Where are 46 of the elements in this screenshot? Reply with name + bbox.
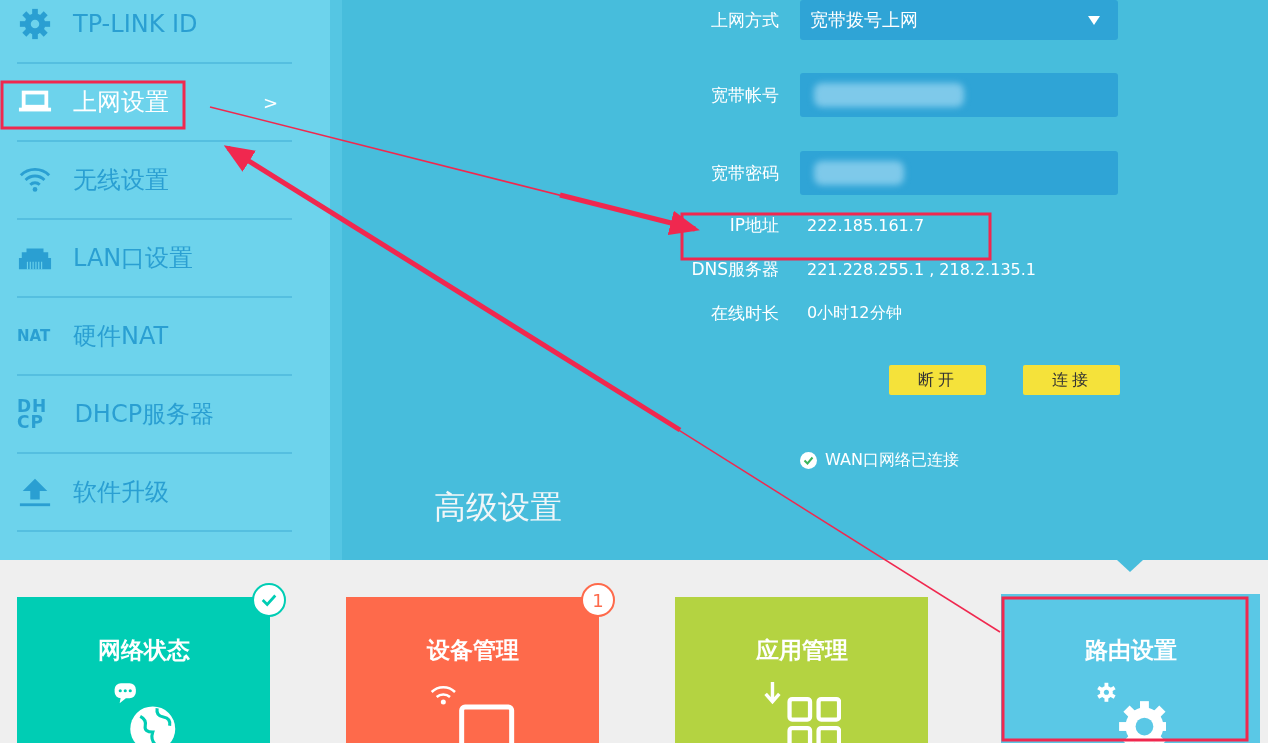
download-grid-icon [762,682,841,743]
field-label: 在线时长 [710,302,779,325]
tile-label: 应用管理 [755,636,848,665]
count-badge: 1 [581,583,615,617]
feature-tile[interactable]: 网络状态 [17,597,270,743]
menu-label: 硬件NAT [73,321,169,352]
nat-icon: NAT [17,328,53,344]
feature-tile[interactable]: 应用管理 [675,597,928,743]
menu-label: DHCP服务器 [74,399,215,430]
input-field[interactable] [800,73,1118,117]
field-label: 上网方式 [710,8,779,32]
action-button[interactable]: 连接 [1023,365,1120,395]
sidebar-item[interactable]: 软件升级 [17,454,292,532]
action-button[interactable]: 断开 [889,365,986,395]
menu-label: 上网设置 [73,87,169,118]
sidebar-item[interactable]: TP-LINK ID [17,0,292,64]
section-title: 高级设置 [434,487,562,527]
status-text: WAN口网络已连接 [825,450,959,471]
field-label: 宽带密码 [710,161,779,185]
menu-label: TP-LINK ID [73,10,198,38]
dropdown-value: 宽带拨号上网 [810,8,918,32]
sidebar-item[interactable]: DHCP DHCP服务器 [17,376,292,454]
caret-icon [1088,15,1100,25]
tile-label: 路由设置 [1084,636,1177,665]
gear-icon [17,7,53,41]
sidebar-item[interactable]: LAN口设置 [17,220,292,298]
sidebar-item[interactable]: 上网设置 > [17,64,292,142]
sidebar-item[interactable]: 无线设置 [17,142,292,220]
dropdown[interactable]: 宽带拨号上网 [800,0,1118,40]
tile-label: 设备管理 [426,636,519,665]
field-value: 221.228.255.1 , 218.2.135.1 [806,260,1037,279]
dhcp-icon: DHCP [17,398,55,430]
tile-label: 网络状态 [97,636,190,665]
feature-tile[interactable]: 路由设置 [1004,597,1257,743]
menu-label: 无线设置 [73,165,169,196]
field-label: DNS服务器 [690,258,779,281]
menu-label: LAN口设置 [73,243,194,274]
field-value: 222.185.161.7 [806,216,926,235]
field-label: IP地址 [728,214,779,237]
sidebar-item[interactable]: NAT 硬件NAT [17,298,292,376]
field-label: 宽带帐号 [710,83,779,107]
gears-icon [1095,682,1166,743]
input-field[interactable] [800,151,1118,195]
field-value: 0小时12分钟 [806,303,903,324]
menu-label: 软件升级 [73,477,169,508]
chevron-icon: > [263,91,279,113]
